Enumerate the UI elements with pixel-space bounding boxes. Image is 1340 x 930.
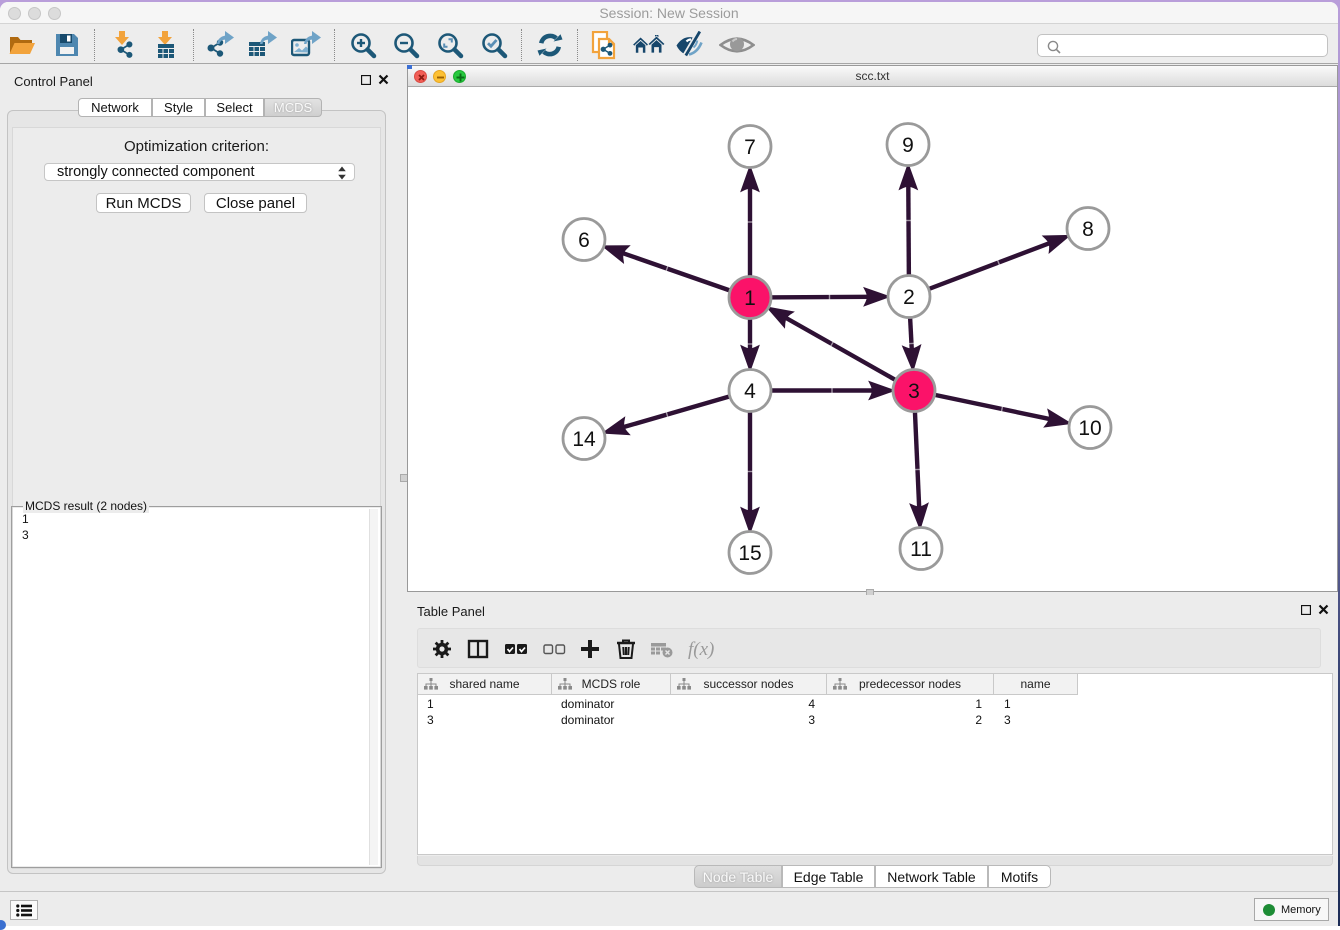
svg-text:14: 14 (572, 428, 596, 451)
svg-text:1: 1 (744, 287, 756, 310)
svg-text:6: 6 (578, 229, 590, 252)
svg-text:8: 8 (1082, 218, 1094, 241)
svg-text:9: 9 (902, 134, 914, 157)
svg-text:11: 11 (910, 538, 932, 561)
svg-text:f(x): f(x) (688, 639, 714, 660)
svg-text:4: 4 (744, 380, 756, 403)
svg-text:3: 3 (908, 380, 920, 403)
svg-text:7: 7 (744, 136, 756, 159)
svg-text:2: 2 (903, 286, 915, 309)
svg-text:10: 10 (1078, 417, 1101, 440)
svg-text:15: 15 (738, 542, 761, 565)
